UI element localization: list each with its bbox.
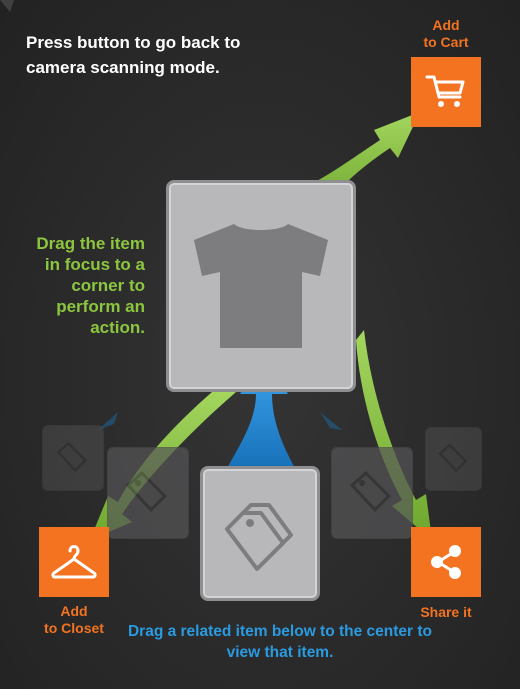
price-tag-icon (125, 470, 168, 513)
related-item-ghost-far-left[interactable] (42, 425, 104, 491)
price-tag-icon (349, 470, 392, 513)
shopping-cart-icon (425, 75, 465, 107)
related-item-ghost-far-right[interactable] (425, 427, 482, 491)
related-drag-instruction: Drag a related item below to the center … (127, 623, 433, 661)
price-tag-icon (438, 443, 467, 473)
focused-item-card[interactable] (166, 180, 356, 392)
related-item-ghost-left[interactable] (107, 447, 189, 539)
tutorial-overlay: Press button to go back to camera scanni… (0, 0, 520, 689)
price-tag-icon (225, 502, 293, 571)
camera-mode-instruction: Press button to go back to camera scanni… (26, 33, 241, 77)
share-button[interactable] (411, 527, 481, 597)
hanger-icon (51, 545, 97, 579)
share-label: Share it (420, 604, 472, 620)
related-item-ghost-right[interactable] (331, 447, 413, 539)
focus-drag-instruction: Drag the item in focus to a corner to pe… (36, 234, 145, 337)
tshirt-icon (194, 224, 328, 348)
add-to-cart-button[interactable] (411, 57, 481, 127)
related-item-card[interactable] (200, 466, 320, 601)
price-tag-icon (56, 441, 88, 473)
share-icon (431, 545, 461, 579)
arrow-from-right-ghost (320, 412, 342, 430)
add-to-closet-button[interactable] (39, 527, 109, 597)
add-to-closet-label: Add to Closet (44, 603, 104, 636)
add-to-cart-label: Add to Cart (423, 17, 469, 50)
